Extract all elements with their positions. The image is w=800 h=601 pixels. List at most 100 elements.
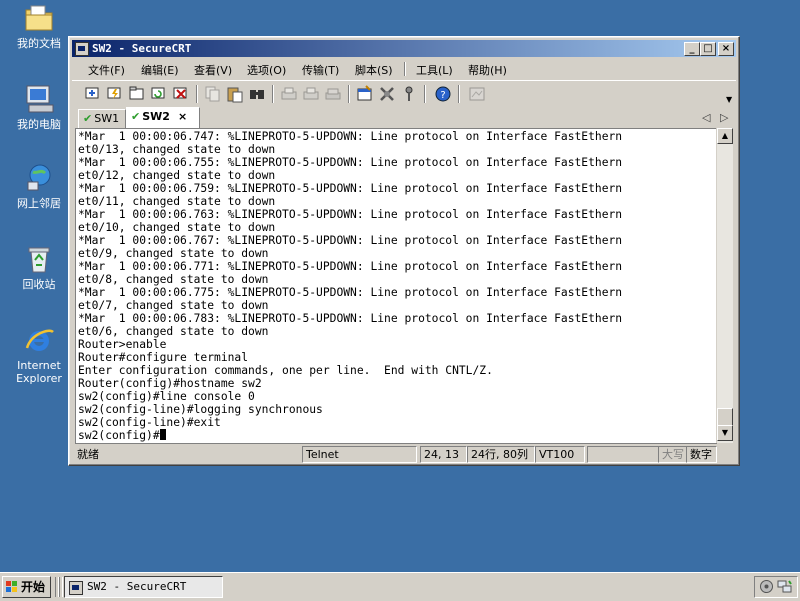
toolbar-separator <box>458 85 459 103</box>
title-bar[interactable]: SW2 - SecureCRT _ □ × <box>72 40 736 57</box>
status-protocol: Telnet <box>302 446 417 463</box>
menu-script[interactable]: 脚本(S) <box>355 62 393 78</box>
svg-text:?: ? <box>440 90 445 101</box>
vertical-scrollbar[interactable]: ▲ ▼ <box>716 128 733 443</box>
terminal-line: et0/13, changed state to down <box>78 143 276 156</box>
quick-connect-icon[interactable] <box>106 85 124 103</box>
menu-transfer[interactable]: 传输(T) <box>302 62 339 78</box>
menu-edit[interactable]: 编辑(E) <box>141 62 179 78</box>
global-options-icon[interactable] <box>378 85 396 103</box>
tab-label: SW2 <box>142 110 170 123</box>
network-tray-icon[interactable] <box>777 579 792 594</box>
task-label: SW2 - SecureCRT <box>87 580 187 593</box>
terminal-line: Router(config)#hostname sw2 <box>78 377 262 390</box>
toolbar-separator <box>424 85 425 103</box>
disconnect-icon[interactable] <box>172 85 190 103</box>
menu-help[interactable]: 帮助(H) <box>468 62 507 78</box>
terminal-screen[interactable]: *Mar 1 00:00:06.747: %LINEPROTO-5-UPDOWN… <box>75 128 717 444</box>
securecrt-window: SW2 - SecureCRT _ □ × 文件(F) 编辑(E) 查看(V) … <box>68 36 740 466</box>
taskbar: 开始 SW2 - SecureCRT <box>0 572 800 601</box>
menu-separator <box>404 62 405 76</box>
printer-setup-icon[interactable] <box>324 85 342 103</box>
app-icon <box>75 42 89 56</box>
terminal-line: *Mar 1 00:00:06.747: %LINEPROTO-5-UPDOWN… <box>78 130 623 143</box>
copy-icon[interactable] <box>204 85 222 103</box>
help-icon[interactable]: ? <box>434 85 452 103</box>
desktop-icon-label: 我的文档 <box>17 37 61 50</box>
menu-options[interactable]: 选项(O) <box>247 62 286 78</box>
maximize-button[interactable]: □ <box>700 42 716 56</box>
toolbar-separator <box>348 85 349 103</box>
recycle-bin-icon <box>28 247 50 273</box>
status-ready: 就绪 <box>77 448 99 461</box>
minimize-button[interactable]: _ <box>684 42 700 56</box>
terminal-cursor <box>159 429 166 440</box>
map-icon[interactable] <box>468 85 486 103</box>
menu-tools[interactable]: 工具(L) <box>416 62 453 78</box>
tab-prev-icon[interactable]: ◁ <box>702 111 710 124</box>
terminal-line: et0/11, changed state to down <box>78 195 276 208</box>
terminal-line: *Mar 1 00:00:06.775: %LINEPROTO-5-UPDOWN… <box>78 286 623 299</box>
window-title: SW2 - SecureCRT <box>92 42 192 55</box>
session-tabs: ✔ SW1 ✔ SW2 × ◁ ▷ <box>72 107 736 128</box>
desktop-icon-network-places[interactable]: 网上邻居 <box>8 162 70 210</box>
close-button[interactable]: × <box>718 42 734 56</box>
print-icon[interactable] <box>280 85 298 103</box>
terminal-line: et0/6, changed state to down <box>78 325 269 338</box>
terminal-line: et0/8, changed state to down <box>78 273 269 286</box>
terminal-line: Router#configure terminal <box>78 351 249 364</box>
terminal-line: *Mar 1 00:00:06.767: %LINEPROTO-5-UPDOWN… <box>78 234 623 247</box>
desktop-icon-label: 我的电脑 <box>17 118 61 131</box>
terminal-line: sw2(config)#line console 0 <box>78 390 255 403</box>
connect-tab-icon[interactable] <box>128 85 146 103</box>
scroll-thumb[interactable] <box>717 408 733 426</box>
status-empty-panel <box>587 446 659 463</box>
session-options-icon[interactable] <box>356 85 374 103</box>
desktop-icon-my-computer[interactable]: 我的电脑 <box>8 83 70 131</box>
toolbar-overflow-icon[interactable]: ▼ <box>726 95 732 104</box>
tab-close-icon[interactable]: × <box>178 110 187 123</box>
tab-next-icon[interactable]: ▷ <box>720 111 728 124</box>
terminal-line: sw2(config-line)#exit <box>78 416 221 429</box>
network-places-icon <box>27 164 51 191</box>
menu-file[interactable]: 文件(F) <box>88 62 125 78</box>
reconnect-icon[interactable] <box>150 85 168 103</box>
desktop-icon-recycle-bin[interactable]: 回收站 <box>8 243 70 291</box>
connect-icon[interactable] <box>84 85 102 103</box>
status-emulation: VT100 <box>535 446 585 463</box>
menu-view[interactable]: 查看(V) <box>194 62 232 78</box>
terminal-line: *Mar 1 00:00:06.763: %LINEPROTO-5-UPDOWN… <box>78 208 623 221</box>
scroll-up-icon[interactable]: ▲ <box>717 128 733 144</box>
toolbar-separator <box>196 85 197 103</box>
status-caps-lock: 大写 <box>658 446 687 463</box>
taskbar-grip <box>59 577 63 597</box>
tab-sw2[interactable]: ✔ SW2 × <box>126 107 200 128</box>
start-label: 开始 <box>21 580 46 594</box>
find-icon[interactable] <box>248 85 266 103</box>
start-button[interactable]: 开始 <box>2 576 51 598</box>
app-icon <box>69 581 83 595</box>
tab-sw1[interactable]: ✔ SW1 <box>78 109 126 128</box>
toolbar-separator <box>272 85 273 103</box>
terminal-line: *Mar 1 00:00:06.771: %LINEPROTO-5-UPDOWN… <box>78 260 623 273</box>
taskbar-task-securecrt[interactable]: SW2 - SecureCRT <box>64 576 223 598</box>
my-computer-icon <box>26 85 54 113</box>
windows-flag-icon <box>6 581 17 592</box>
desktop-icon-my-documents[interactable]: 我的文档 <box>8 2 70 50</box>
volume-icon[interactable] <box>759 579 774 594</box>
connected-check-icon: ✔ <box>131 110 141 123</box>
terminal-output: *Mar 1 00:00:06.747: %LINEPROTO-5-UPDOWN… <box>76 129 717 442</box>
paste-icon[interactable] <box>226 85 244 103</box>
menu-bar: 文件(F) 编辑(E) 查看(V) 选项(O) 传输(T) 脚本(S) 工具(L… <box>72 59 736 79</box>
terminal-line: Enter configuration commands, one per li… <box>78 364 493 377</box>
terminal-line: et0/12, changed state to down <box>78 169 276 182</box>
keymap-icon[interactable] <box>400 85 418 103</box>
status-cursor-position: 24, 13 <box>420 446 467 463</box>
terminal-line: Router>enable <box>78 338 167 351</box>
desktop-icon-internet-explorer[interactable]: Internet Explorer <box>8 324 70 385</box>
system-tray <box>754 576 798 598</box>
scroll-down-icon[interactable]: ▼ <box>717 425 733 441</box>
print-selection-icon[interactable] <box>302 85 320 103</box>
desktop-icon-label: 回收站 <box>22 278 56 291</box>
desktop-icon-label: 网上邻居 <box>17 197 61 210</box>
